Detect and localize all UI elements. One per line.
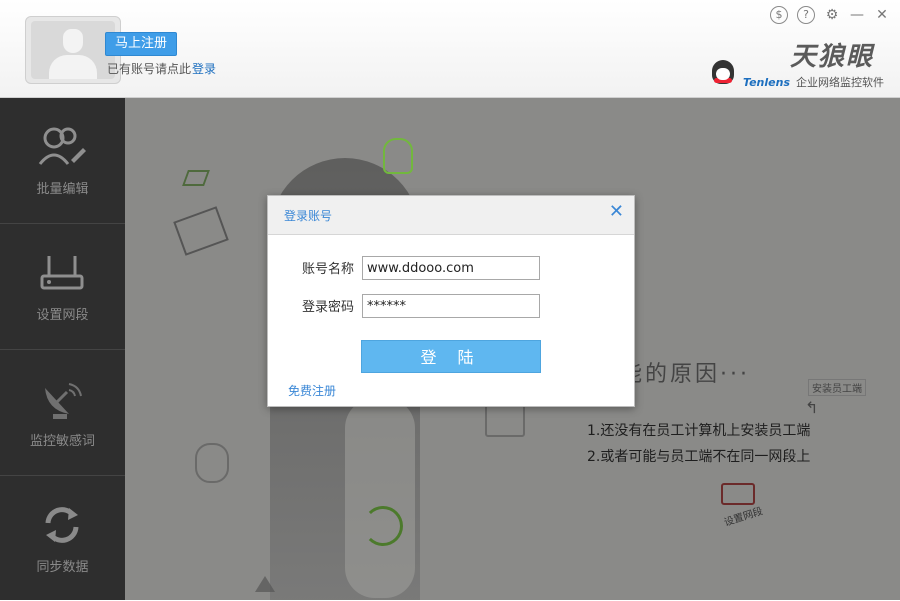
login-hint-text: 已有账号请点此 xyxy=(107,62,192,76)
arrow-icon xyxy=(182,170,210,186)
sync-icon xyxy=(45,507,79,543)
qq-penguin-icon xyxy=(712,60,734,84)
password-input[interactable] xyxy=(362,294,540,318)
password-label: 登录密码 xyxy=(302,300,355,315)
login-dialog: 登录账号 ✕ 账号名称 登录密码 登 陆 免费注册 xyxy=(267,195,635,407)
register-now-button[interactable]: 马上注册 xyxy=(105,32,177,56)
account-input[interactable] xyxy=(362,256,540,280)
brand-title: 天狼眼 xyxy=(789,42,874,72)
background-hand-illustration xyxy=(345,398,415,598)
brand-subtitle: Tenlens 企业网络监控软件 xyxy=(743,74,884,90)
satellite-dish-icon xyxy=(45,383,82,419)
install-client-tag: 安装员工端 xyxy=(808,379,866,396)
settings-gear-icon[interactable]: ⚙ xyxy=(824,7,840,23)
mouse-icon xyxy=(195,443,229,483)
minimize-icon[interactable]: — xyxy=(849,7,865,23)
sidebar-item-label: 同步数据 xyxy=(36,560,89,575)
sidebar-item-batch-edit[interactable]: 批量编辑 xyxy=(0,98,125,224)
sidebar-item-label: 批量编辑 xyxy=(36,182,89,197)
sidebar: 批量编辑 设置网段 监控敏感词 同步数据 xyxy=(0,98,125,600)
reason-title: 能的原因··· xyxy=(620,362,750,387)
sidebar-item-set-network[interactable]: 设置网段 xyxy=(0,224,125,350)
set-network-tag: 设置网段 xyxy=(722,505,765,529)
top-header: 马上注册 已有账号请点此 登录 $ ? ⚙ — ✕ 天狼眼 Tenlens 企业网… xyxy=(0,0,900,98)
dialog-header: 登录账号 ✕ xyxy=(268,196,634,235)
router-small-icon xyxy=(721,483,755,505)
reason-item: 2.或者可能与员工端不在同一网段上 xyxy=(587,449,811,465)
brand-logo: 天狼眼 Tenlens 企业网络监控软件 xyxy=(712,36,884,90)
window-controls: $ ? ⚙ — ✕ xyxy=(770,6,890,24)
mail-icon xyxy=(173,206,229,256)
dollar-icon[interactable]: $ xyxy=(770,6,788,24)
id-card-icon xyxy=(485,403,525,437)
dialog-title: 登录账号 xyxy=(284,209,333,223)
batch-edit-icon xyxy=(38,127,86,165)
sidebar-item-label: 设置网段 xyxy=(36,308,89,323)
dialog-close-icon[interactable]: ✕ xyxy=(609,202,624,222)
reason-item: 1.还没有在员工计算机上安装员工端 xyxy=(587,423,811,439)
close-icon[interactable]: ✕ xyxy=(874,7,890,23)
reasons-list: 1.还没有在员工计算机上安装员工端 2.或者可能与员工端不在同一网段上 xyxy=(587,418,810,470)
avatar-placeholder xyxy=(31,21,115,79)
free-register-link[interactable]: 免费注册 xyxy=(288,382,336,399)
sidebar-item-monitor-keywords[interactable]: 监控敏感词 xyxy=(0,350,125,476)
login-button[interactable]: 登 陆 xyxy=(361,340,541,373)
brand-company: Tenlens xyxy=(743,76,790,89)
router-icon xyxy=(40,256,84,290)
avatar-head-icon xyxy=(63,29,83,53)
brand-tagline: 企业网络监控软件 xyxy=(796,76,884,89)
sidebar-item-label: 监控敏感词 xyxy=(29,434,95,449)
help-icon[interactable]: ? xyxy=(797,6,815,24)
avatar-body-icon xyxy=(49,55,97,79)
sidebar-item-sync-data[interactable]: 同步数据 xyxy=(0,476,125,601)
login-link[interactable]: 登录 xyxy=(192,60,216,77)
triangle-icon xyxy=(255,576,275,592)
account-label: 账号名称 xyxy=(302,262,355,277)
refresh-icon xyxy=(363,506,403,546)
lightbulb-icon xyxy=(383,138,413,174)
curve-arrow-icon: ↰ xyxy=(805,398,819,417)
